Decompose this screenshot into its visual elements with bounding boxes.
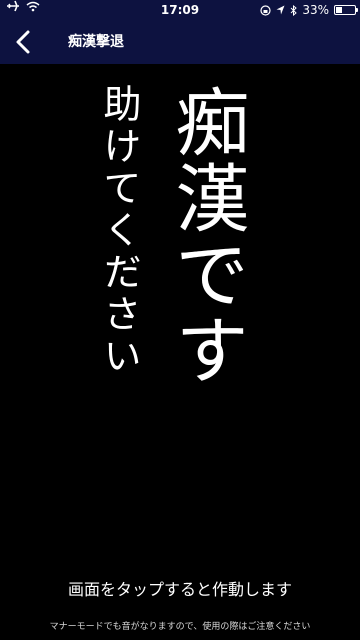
alert-text-small: 助けてください [97, 84, 141, 378]
silent-mode-notice: マナーモードでも音がなりますので、使用の際はご注意ください [49, 622, 311, 632]
battery-icon [334, 5, 358, 15]
alert-text-large: 痴漢です [163, 84, 249, 388]
location-icon [276, 5, 285, 15]
chevron-left-icon [16, 30, 30, 54]
bluetooth-icon [290, 4, 298, 16]
page-title: 痴漢撃退 [68, 34, 124, 50]
back-button[interactable] [10, 28, 38, 56]
rotation-lock-icon [260, 4, 271, 16]
status-bar: 17:09 33% [0, 0, 360, 20]
battery-percent: 33% [302, 3, 329, 17]
battery-fill [336, 7, 342, 13]
tap-area[interactable]: 痴漢です 助けてください 画面をタップすると作動します マナーモードでも音がなり… [0, 64, 360, 640]
nav-bar: 痴漢撃退 [0, 20, 360, 64]
tap-instruction: 画面をタップすると作動します [67, 580, 292, 599]
